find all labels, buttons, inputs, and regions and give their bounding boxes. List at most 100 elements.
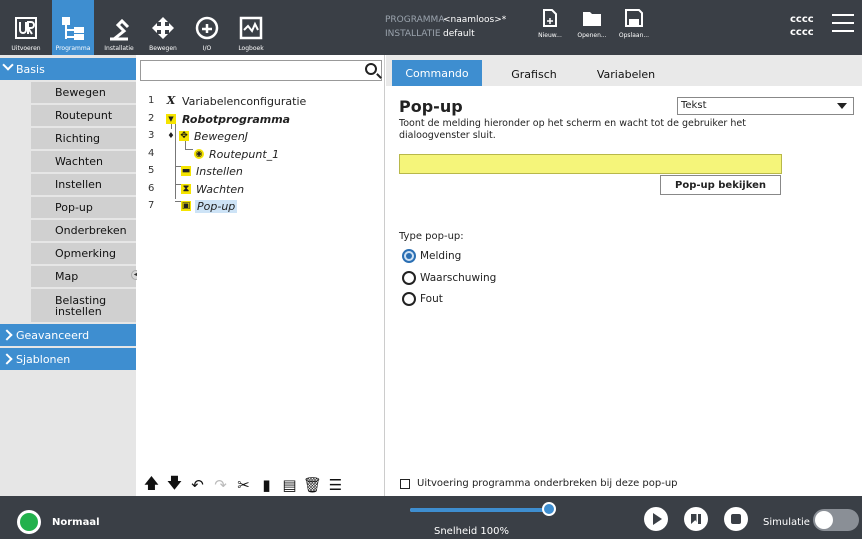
halt-checkbox[interactable] [400,478,410,489]
io-icon [192,13,222,43]
robot-status: Normaal [52,517,100,528]
move-down-icon[interactable]: 🡇 [163,474,186,494]
speed-slider[interactable] [410,508,545,512]
collapse-triangle-icon[interactable]: ▼ [166,113,176,124]
preview-popup-button[interactable]: Pop-up bekijken [660,175,781,195]
tree-line[interactable]: 3 ♦ ✥ BewegenJ [137,128,385,146]
tree-node-text-selected: Pop-up [195,200,238,213]
undo-icon[interactable]: ↶ [186,476,209,494]
checkbox-label: Uitvoering programma onderbreken bij dez… [417,478,678,489]
move-icon [148,13,178,43]
tree-line[interactable]: 5 ▬ Instellen [137,163,385,181]
speed-label: Snelheid 100% [434,526,509,537]
line-number: 6 [148,182,155,194]
save-icon [625,9,643,27]
nav-run[interactable]: Uitvoeren [5,0,47,55]
page-title: Pop-up [399,97,463,116]
step-icon[interactable] [684,507,708,531]
suppress-icon[interactable]: ☰ [324,476,347,494]
category-basis[interactable]: Basis [0,58,136,80]
sidebar-item-halt[interactable]: Onderbreken [31,220,136,241]
save-button[interactable]: Opslaan... [615,8,653,50]
tree-line[interactable]: 1 X Variabelenconfiguratie [137,93,385,111]
radio-unselected-icon [402,292,416,306]
move-node-icon: ✥ [179,131,189,141]
speed-slider-fill [410,508,545,512]
speed-slider-knob[interactable] [542,502,556,516]
line-number: 4 [148,147,155,159]
tab-variables[interactable]: Variabelen [586,62,666,86]
nav-program[interactable]: Programma [52,0,94,55]
sidebar-item-popup[interactable]: Pop-up [31,197,136,218]
copy-icon[interactable]: ▮ [255,476,278,494]
category-templates[interactable]: Sjablonen [0,348,136,370]
chevron-down-icon [2,59,14,71]
tree-line[interactable]: 4 ◉ Routepunt_1 [137,146,385,164]
nav-move[interactable]: Bewegen [142,0,184,55]
simulation-toggle[interactable] [813,509,859,531]
sidebar-item-waypoint[interactable]: Routepunt [31,105,136,126]
delete-icon[interactable]: 🗑 [301,476,324,494]
radio-message[interactable]: Melding [402,248,461,264]
paste-icon[interactable]: ▤ [278,476,301,494]
open-label: Openen... [577,32,607,39]
chevron-right-icon [1,329,13,341]
nav-label: I/O [202,45,212,52]
new-button[interactable]: Nieuw... [531,8,569,50]
sidebar-item-set-payload[interactable]: Belasting instellen [31,289,136,322]
nav-label: Installatie [104,45,134,52]
hamburger-menu-icon[interactable] [832,14,854,38]
tab-command[interactable]: Commando [392,60,482,86]
program-info: PROGRAMMA<naamloos>* INSTALLATIE default [385,13,506,41]
play-icon[interactable] [644,507,668,531]
bottom-bar: Normaal Snelheid 100% Simulatie [0,496,862,539]
nav-installation[interactable]: Installatie [98,0,140,55]
radio-warning[interactable]: Waarschuwing [402,270,496,286]
radio-label: Fout [420,293,443,305]
radio-error[interactable]: Fout [402,291,443,307]
radio-label: Melding [420,250,462,262]
nav-log[interactable]: Logboek [230,0,272,55]
tree-line[interactable]: 2 ▼ Robotprogramma [137,111,385,129]
sidebar-item-folder[interactable]: Map [31,266,136,287]
installation-icon [104,13,134,43]
nav-label: Programma [55,45,91,52]
expand-pin-icon[interactable]: ♦ [166,131,176,141]
program-tree: 1 X Variabelenconfiguratie 2 ▼ Robotprog… [137,93,385,216]
sidebar-item-set[interactable]: Instellen [31,174,136,195]
power-status-icon[interactable] [17,510,41,534]
installation-name: default [443,29,475,39]
popup-type-select[interactable]: Tekst [677,97,854,115]
search-input[interactable] [140,60,382,81]
category-label: Sjablonen [16,352,71,366]
sidebar-item-wait[interactable]: Wachten [31,151,136,172]
select-value: Tekst [681,100,707,111]
waypoint-icon: ◉ [194,148,204,159]
line-number: 1 [148,95,155,106]
cut-icon[interactable]: ✂ [232,476,255,494]
nav-label: Bewegen [149,45,177,52]
radio-label: Waarschuwing [420,272,497,284]
sidebar-item-direction[interactable]: Richting [31,128,136,149]
stop-icon[interactable] [724,507,748,531]
item-line-2: instellen [55,304,102,318]
sidebar-item-comment[interactable]: Opmerking [31,243,136,264]
message-input[interactable] [399,154,782,174]
tree-line[interactable]: 7 ▣ Pop-up [137,198,385,216]
installation-key: INSTALLATIE [385,29,441,39]
chevron-right-icon [1,353,13,365]
tree-line[interactable]: 6 ⧗ Wachten [137,181,385,199]
open-button[interactable]: Openen... [573,8,611,50]
category-advanced[interactable]: Geavanceerd [0,324,136,346]
search-icon[interactable] [365,63,377,75]
nav-io[interactable]: I/O [186,0,228,55]
sidebar-item-move[interactable]: Bewegen [31,82,136,103]
popup-command-panel: Pop-up Tekst Toont de melding hieronder … [386,86,862,496]
move-up-icon[interactable]: 🡅 [140,474,163,494]
redo-icon[interactable]: ↷ [209,476,232,494]
simulation-label: Simulatie [763,517,810,528]
tab-graphic[interactable]: Grafisch [499,62,569,86]
radio-unselected-icon [402,271,416,285]
halt-checkbox-row[interactable]: Uitvoering programma onderbreken bij dez… [400,478,678,489]
category-label: Geavanceerd [16,328,90,342]
